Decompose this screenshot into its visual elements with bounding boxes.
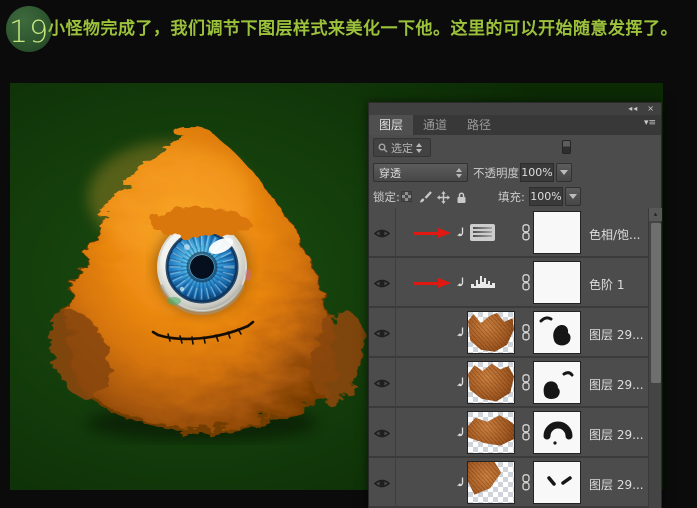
fill-dropdown-button[interactable]: [565, 187, 581, 206]
visibility-eye-icon[interactable]: [374, 428, 390, 439]
fill-label: 填充:: [498, 185, 525, 209]
layers-scrollbar[interactable]: ▴: [648, 208, 661, 508]
fill-input[interactable]: 100%: [529, 187, 563, 206]
visibility-eye-icon[interactable]: [374, 478, 390, 489]
layer-row-huesat[interactable]: 色相/饱...: [369, 208, 648, 258]
page: 19 小怪物完成了，我们调节下图层样式来美化一下他。这里的可以开始随意发挥了。: [0, 0, 697, 508]
annotation-arrow: [414, 230, 451, 237]
monster-artwork: [22, 113, 367, 448]
layer-row-pixel[interactable]: 图层 29...: [369, 408, 648, 458]
hue-saturation-adjustment-icon[interactable]: [470, 224, 495, 241]
clipping-mask-icon: [456, 477, 465, 489]
mask-paint-marks: [534, 312, 580, 353]
panel-group-header: ◂◂ ×: [369, 103, 661, 115]
mask-paint-marks: [534, 412, 580, 453]
clipping-mask-icon: [456, 327, 465, 339]
mask-paint-marks: [534, 362, 580, 403]
chevron-updown-icon: [416, 143, 422, 153]
visibility-eye-icon[interactable]: [374, 378, 390, 389]
layer-filter-dropdown[interactable]: 选定: [373, 138, 431, 157]
annotation-arrow: [414, 280, 451, 287]
blend-mode-value: 穿透: [379, 165, 401, 181]
layer-thumbnail[interactable]: [467, 361, 515, 404]
opacity-input[interactable]: 100%: [520, 163, 554, 182]
mask-paint-marks: [534, 462, 580, 503]
layer-thumbnail[interactable]: [467, 411, 515, 454]
panel-menu-icon[interactable]: ▾≡: [644, 118, 656, 128]
visibility-eye-icon[interactable]: [374, 278, 390, 289]
filter-toggle-icon[interactable]: [562, 140, 571, 154]
layer-mask-thumbnail[interactable]: [533, 261, 581, 304]
tutorial-step-text: 小怪物完成了，我们调节下图层样式来美化一下他。这里的可以开始随意发挥了。: [48, 14, 696, 39]
layer-name: 图层 29...: [589, 476, 644, 493]
layer-thumbnail[interactable]: [467, 311, 515, 354]
chevron-updown-icon: [456, 168, 462, 178]
visibility-eye-icon[interactable]: [374, 228, 390, 239]
clipping-mask-icon: [456, 277, 465, 289]
layer-name: 图层 29...: [589, 376, 644, 393]
blend-mode-select[interactable]: 穿透: [373, 163, 468, 182]
lock-pixels-brush-icon[interactable]: [419, 191, 432, 204]
blend-mode-row: 穿透 不透明度: 100%: [369, 161, 661, 185]
clipping-mask-icon: [456, 227, 465, 239]
lock-label: 锁定:: [373, 185, 400, 209]
layer-mask-thumbnail[interactable]: [533, 411, 581, 454]
lock-transparency-icon[interactable]: [401, 191, 412, 202]
step-number: 19: [9, 15, 49, 50]
panel-tabbar: 图层 通道 路径: [369, 115, 661, 135]
layer-row-pixel[interactable]: 图层 29...: [369, 308, 648, 358]
layer-name: 色阶 1: [589, 276, 624, 293]
layer-mask-thumbnail[interactable]: [533, 461, 581, 504]
link-mask-icon: [521, 424, 531, 441]
search-icon: [378, 143, 388, 153]
link-mask-icon: [521, 474, 531, 491]
layer-name: 图层 29...: [589, 326, 644, 343]
scrollbar-thumb[interactable]: [651, 223, 661, 383]
levels-adjustment-icon[interactable]: [470, 274, 497, 289]
layer-row-pixel[interactable]: 图层 29...: [369, 358, 648, 408]
lock-position-icon[interactable]: [437, 191, 450, 204]
collapse-panel-icon[interactable]: ◂◂: [628, 105, 638, 113]
link-mask-icon: [521, 374, 531, 391]
tab-channels[interactable]: 通道: [413, 115, 457, 135]
layer-name: 色相/饱...: [589, 226, 641, 243]
tab-layers[interactable]: 图层: [369, 115, 413, 135]
layers-panel: ◂◂ × 图层 通道 路径 ▾≡ 选定 穿透 不: [368, 102, 662, 508]
opacity-label: 不透明度:: [473, 161, 523, 185]
layer-thumbnail[interactable]: [467, 461, 515, 504]
layer-list: 色相/饱...: [369, 208, 648, 508]
layer-filter-row: 选定: [369, 135, 661, 161]
layer-mask-thumbnail[interactable]: [533, 311, 581, 354]
clipping-mask-icon: [456, 427, 465, 439]
lock-row: 锁定: 填充: 100%: [369, 185, 661, 209]
close-panel-icon[interactable]: ×: [647, 105, 655, 113]
clipping-mask-icon: [456, 377, 465, 389]
layer-name: 图层 29...: [589, 426, 644, 443]
layer-row-levels[interactable]: 色阶 1: [369, 258, 648, 308]
layer-row-pixel[interactable]: 图层 29...: [369, 458, 648, 508]
tab-paths[interactable]: 路径: [457, 115, 501, 135]
scroll-up-button[interactable]: ▴: [649, 208, 662, 221]
visibility-eye-icon[interactable]: [374, 328, 390, 339]
link-mask-icon: [521, 274, 531, 291]
layer-mask-thumbnail[interactable]: [533, 361, 581, 404]
link-mask-icon: [521, 324, 531, 341]
filter-kind-label: 选定: [391, 140, 413, 156]
layer-mask-thumbnail[interactable]: [533, 211, 581, 254]
opacity-dropdown-button[interactable]: [556, 163, 572, 182]
lock-all-icon[interactable]: [456, 191, 467, 204]
link-mask-icon: [521, 224, 531, 241]
